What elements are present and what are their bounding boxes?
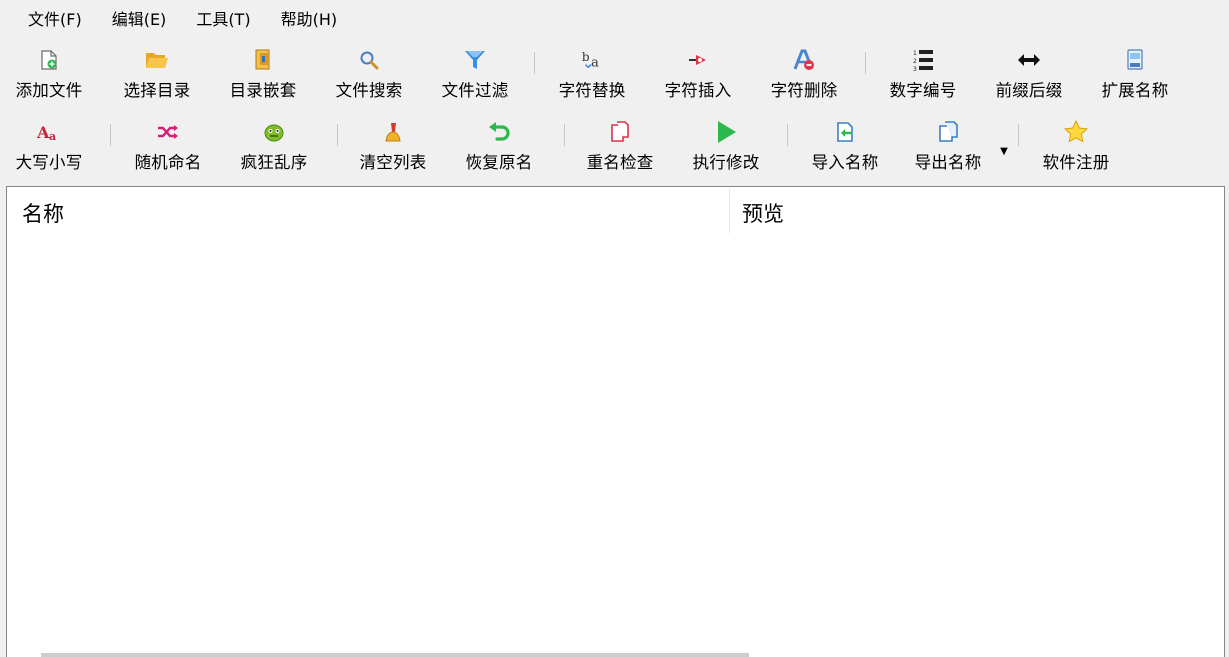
search-icon	[357, 48, 381, 72]
tool-label: 清空列表	[359, 153, 427, 172]
play-icon	[714, 120, 738, 144]
toolbar-row-1: 添加文件 选择目录 目录嵌套 文件搜索 文件过滤 b a 字符替换 字符插入 字…	[0, 44, 1229, 108]
insert-text-icon	[686, 48, 710, 72]
menu-help[interactable]: 帮助(H)	[269, 5, 350, 35]
tool-label: 选择目录	[123, 81, 191, 100]
toolbar-separator	[534, 52, 535, 74]
tool-label: 字符插入	[664, 81, 732, 100]
tool-label: 大写小写	[15, 153, 83, 172]
tool-label: 字符替换	[558, 81, 626, 100]
menu-bar: 文件(F) 编辑(E) 工具(T) 帮助(H)	[0, 0, 1229, 40]
undo-icon	[487, 120, 511, 144]
column-header-preview[interactable]: 预览	[730, 187, 784, 233]
nested-folder-button[interactable]: 目录嵌套	[210, 44, 316, 108]
toolbar-separator	[865, 52, 866, 74]
svg-text:3: 3	[913, 66, 917, 72]
case-icon: Aa	[37, 120, 61, 144]
tool-label: 文件过滤	[441, 81, 509, 100]
toolbar-row-2: Aa 大写小写 随机命名 疯狂乱序 清空列表 恢复原名 重名检查 执行修改 导入…	[0, 116, 1229, 180]
tool-label: 数字编号	[889, 81, 957, 100]
crazy-face-icon	[262, 120, 286, 144]
insert-text-button[interactable]: 字符插入	[645, 44, 751, 108]
export-names-button[interactable]: 导出名称	[898, 116, 998, 180]
horizontal-scrollbar[interactable]	[41, 653, 749, 657]
export-dropdown-arrow[interactable]: ▼	[998, 146, 1010, 157]
numbering-button[interactable]: 123 数字编号	[870, 44, 976, 108]
tool-label: 目录嵌套	[229, 81, 297, 100]
duplicate-check-icon	[608, 120, 632, 144]
execute-button[interactable]: 执行修改	[673, 116, 779, 180]
svg-text:1: 1	[913, 50, 917, 57]
replace-text-icon: ba	[580, 48, 604, 72]
numbered-list-icon: 123	[911, 48, 935, 72]
extension-icon	[1123, 48, 1147, 72]
tool-label: 前缀后缀	[995, 81, 1063, 100]
tool-label: 扩展名称	[1101, 81, 1169, 100]
register-button[interactable]: 软件注册	[1023, 116, 1129, 180]
tool-label: 执行修改	[692, 153, 760, 172]
svg-text:a: a	[591, 55, 599, 70]
folder-open-icon	[145, 48, 169, 72]
tool-label: 添加文件	[15, 81, 83, 100]
delete-text-icon	[792, 48, 816, 72]
menu-edit[interactable]: 编辑(E)	[100, 5, 179, 35]
prefix-suffix-button[interactable]: 前缀后缀	[976, 44, 1082, 108]
delete-text-button[interactable]: 字符删除	[751, 44, 857, 108]
clear-list-button[interactable]: 清空列表	[340, 116, 446, 180]
duplicate-check-button[interactable]: 重名检查	[567, 116, 673, 180]
column-header-name[interactable]: 名称	[7, 187, 729, 233]
list-header: 名称 预览	[7, 187, 1224, 233]
tool-label: 文件搜索	[335, 81, 403, 100]
random-name-button[interactable]: 随机命名	[115, 116, 221, 180]
export-icon	[936, 120, 960, 144]
prefix-suffix-icon	[1017, 48, 1041, 72]
case-button[interactable]: Aa 大写小写	[2, 116, 96, 180]
file-list-view[interactable]: 名称 预览	[6, 186, 1225, 657]
tool-label: 随机命名	[134, 153, 202, 172]
import-icon	[833, 120, 857, 144]
tool-label: 疯狂乱序	[240, 153, 308, 172]
add-file-button[interactable]: 添加文件	[2, 44, 96, 108]
broom-icon	[381, 120, 405, 144]
filter-icon	[463, 48, 487, 72]
import-names-button[interactable]: 导入名称	[792, 116, 898, 180]
crazy-shuffle-button[interactable]: 疯狂乱序	[221, 116, 327, 180]
toolbar-separator	[110, 124, 111, 146]
tool-label: 恢复原名	[465, 153, 533, 172]
tool-label: 导出名称	[914, 153, 982, 172]
toolbar-separator	[337, 124, 338, 146]
replace-text-button[interactable]: ba 字符替换	[539, 44, 645, 108]
svg-text:b: b	[582, 50, 590, 64]
file-search-button[interactable]: 文件搜索	[316, 44, 422, 108]
shuffle-icon	[156, 120, 180, 144]
extension-button[interactable]: 扩展名称	[1082, 44, 1188, 108]
renamer-window: 文件(F) 编辑(E) 工具(T) 帮助(H) 添加文件 选择目录 目录嵌套 文…	[0, 0, 1229, 657]
toolbar-separator	[564, 124, 565, 146]
star-icon	[1064, 120, 1088, 144]
tool-label: 导入名称	[811, 153, 879, 172]
svg-text:a: a	[49, 130, 56, 142]
svg-text:2: 2	[913, 58, 917, 65]
restore-name-button[interactable]: 恢复原名	[446, 116, 552, 180]
menu-file[interactable]: 文件(F)	[16, 5, 94, 35]
toolbar-separator	[787, 124, 788, 146]
nested-folder-icon	[251, 48, 275, 72]
tool-label: 重名检查	[586, 153, 654, 172]
tool-label: 软件注册	[1042, 153, 1110, 172]
file-filter-button[interactable]: 文件过滤	[422, 44, 528, 108]
add-file-icon	[37, 48, 61, 72]
tool-label: 字符删除	[770, 81, 838, 100]
toolbar-separator	[1018, 124, 1019, 146]
menu-tools[interactable]: 工具(T)	[184, 5, 262, 35]
select-folder-button[interactable]: 选择目录	[104, 44, 210, 108]
